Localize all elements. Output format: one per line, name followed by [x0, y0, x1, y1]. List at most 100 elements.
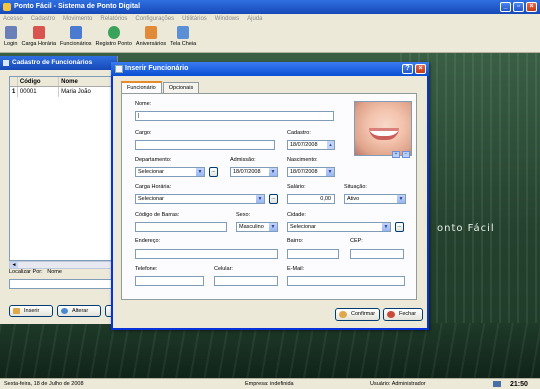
photo-add-icon[interactable]: +	[392, 151, 400, 158]
alter-icon	[61, 308, 68, 314]
toolbar-registro-ponto-button[interactable]: Registro Ponto	[94, 24, 134, 47]
menu-acesso[interactable]: Acesso	[3, 16, 23, 22]
chevron-down-icon[interactable]: ▼	[397, 195, 405, 203]
keyboard-icon	[493, 381, 501, 387]
admissao-label: Admissão:	[230, 157, 256, 163]
telefone-label: Telefone:	[135, 266, 158, 272]
background-brand-text: onto Fácil	[437, 223, 495, 234]
menu-windows[interactable]: Windows	[215, 16, 239, 22]
dialog-icon	[115, 65, 123, 73]
nascimento-date-field[interactable]: 18/07/2008 ▼	[287, 167, 335, 177]
salario-field[interactable]: 0,00	[287, 194, 335, 204]
insert-employee-dialog: Inserir Funcionário ? × Funcionário Opci…	[111, 62, 429, 330]
menu-ajuda[interactable]: Ajuda	[247, 16, 262, 22]
chevron-down-icon[interactable]: ▼	[196, 168, 204, 176]
menu-configuracoes[interactable]: Configurações	[135, 16, 174, 22]
alter-button[interactable]: Alterar	[57, 305, 101, 317]
chevron-down-icon[interactable]: ▼	[256, 195, 264, 203]
status-date: Sexta-feira, 18 de Julho de 2008	[4, 381, 84, 387]
menu-movimento[interactable]: Movimento	[63, 16, 92, 22]
endereco-field[interactable]	[135, 249, 278, 259]
window-icon	[3, 60, 9, 66]
toolbar-carga-horaria-button[interactable]: Carga Horária	[19, 24, 58, 47]
situacao-select[interactable]: Ativo ▼	[344, 194, 406, 204]
admissao-date-field[interactable]: 18/07/2008 ▼	[230, 167, 278, 177]
telefone-field[interactable]	[135, 276, 204, 286]
menu-utilitarios[interactable]: Utilitários	[182, 16, 207, 22]
cidade-label: Cidade:	[287, 212, 306, 218]
cidade-select[interactable]: Selecionar ▼	[287, 222, 391, 232]
celular-field[interactable]	[214, 276, 278, 286]
restore-button[interactable]: ▫	[513, 2, 524, 12]
grid-scrollbar[interactable]: ◄	[9, 261, 118, 269]
sexo-label: Sexo:	[236, 212, 251, 218]
toolbar-aniversarios-button[interactable]: Aniversários	[134, 24, 168, 47]
chevron-down-icon[interactable]: ▼	[269, 223, 277, 231]
dialog-title-bar: Inserir Funcionário ? ×	[111, 62, 429, 76]
insert-icon	[13, 308, 20, 314]
close-icon	[387, 311, 395, 318]
cadastro-date-field[interactable]: 18/07/2008 ▲	[287, 140, 335, 150]
app-title: Ponto Fácil - Sistema de Ponto Digital	[14, 3, 141, 10]
minimize-button[interactable]: _	[500, 2, 511, 12]
chevron-down-icon[interactable]: ▼	[269, 168, 277, 176]
nascimento-label: Nascimento:	[287, 157, 318, 163]
column-nome[interactable]: Nome	[59, 77, 117, 86]
email-field[interactable]	[287, 276, 405, 286]
photo-smile	[369, 128, 399, 140]
row-marker: 1	[10, 87, 18, 97]
departamento-browse-button[interactable]: ...	[209, 167, 218, 177]
toolbar: Login Carga Horária Funcionários Registr…	[0, 24, 540, 53]
search-input[interactable]	[9, 279, 118, 289]
nome-field[interactable]: |	[135, 111, 334, 121]
spin-icon[interactable]: ▲	[327, 141, 334, 149]
confirm-button[interactable]: Confirmar	[335, 308, 380, 321]
menu-bar: Acesso Cadastro Movimento Relatórios Con…	[0, 14, 540, 24]
close-button[interactable]: ×	[526, 2, 537, 12]
cell-codigo: 00001	[18, 87, 60, 97]
tab-opcionais[interactable]: Opcionais	[162, 82, 200, 93]
scroll-left-icon[interactable]: ◄	[10, 262, 18, 268]
chevron-down-icon[interactable]: ▼	[326, 168, 334, 176]
salario-label: Salário:	[287, 184, 306, 190]
carga-horaria-select[interactable]: Selecionar ▼	[135, 194, 265, 204]
toolbar-funcionarios-button[interactable]: Funcionários	[58, 24, 94, 47]
email-label: E-Mail:	[287, 266, 305, 272]
help-button[interactable]: ?	[402, 64, 413, 74]
cep-field[interactable]	[350, 249, 404, 259]
cargo-label: Cargo:	[135, 130, 152, 136]
table-row[interactable]: 1 00001 Maria João	[10, 87, 117, 97]
dialog-title: Inserir Funcionário	[125, 65, 189, 72]
menu-relatorios[interactable]: Relatórios	[100, 16, 127, 22]
confirm-icon	[339, 311, 347, 318]
cargo-field[interactable]	[135, 140, 275, 150]
photo-remove-icon[interactable]: −	[402, 151, 410, 158]
employee-photo[interactable]	[354, 101, 412, 156]
close-dialog-button[interactable]: Fechar	[383, 308, 423, 321]
insert-button[interactable]: Inserir	[9, 305, 53, 317]
situacao-label: Situação:	[344, 184, 367, 190]
login-icon	[4, 26, 17, 39]
toolbar-tela-cheia-button[interactable]: Tela Cheia	[168, 24, 198, 47]
departamento-select[interactable]: Selecionar ▼	[135, 167, 205, 177]
employees-grid[interactable]: Código Nome 1 00001 Maria João	[9, 76, 118, 261]
calendar-icon	[32, 26, 45, 39]
codigo-barras-field[interactable]	[135, 222, 227, 232]
cadastro-window: Cadastro de Funcionários Código Nome 1 0…	[0, 56, 119, 324]
bairro-field[interactable]	[287, 249, 339, 259]
carga-browse-button[interactable]: ...	[269, 194, 278, 204]
menu-cadastro[interactable]: Cadastro	[31, 16, 55, 22]
codigo-barras-label: Código de Barras:	[135, 212, 180, 218]
cadastro-title: Cadastro de Funcionários	[12, 59, 93, 66]
cake-icon	[145, 26, 158, 39]
cidade-browse-button[interactable]: ...	[395, 222, 404, 232]
localizar-by: Nome	[47, 269, 62, 275]
sexo-select[interactable]: Masculino ▼	[236, 222, 278, 232]
dialog-close-button[interactable]: ×	[415, 64, 426, 74]
tab-panel-funcionario: Nome: | Cargo: Cadastro: 18/07/2008 ▲ Dep…	[121, 93, 417, 300]
column-codigo[interactable]: Código	[18, 77, 60, 86]
carga-horaria-label: Carga Horária:	[135, 184, 172, 190]
localizar-label: Localizar Por: Nome	[9, 269, 62, 275]
chevron-down-icon[interactable]: ▼	[382, 223, 390, 231]
toolbar-login-button[interactable]: Login	[2, 24, 19, 47]
